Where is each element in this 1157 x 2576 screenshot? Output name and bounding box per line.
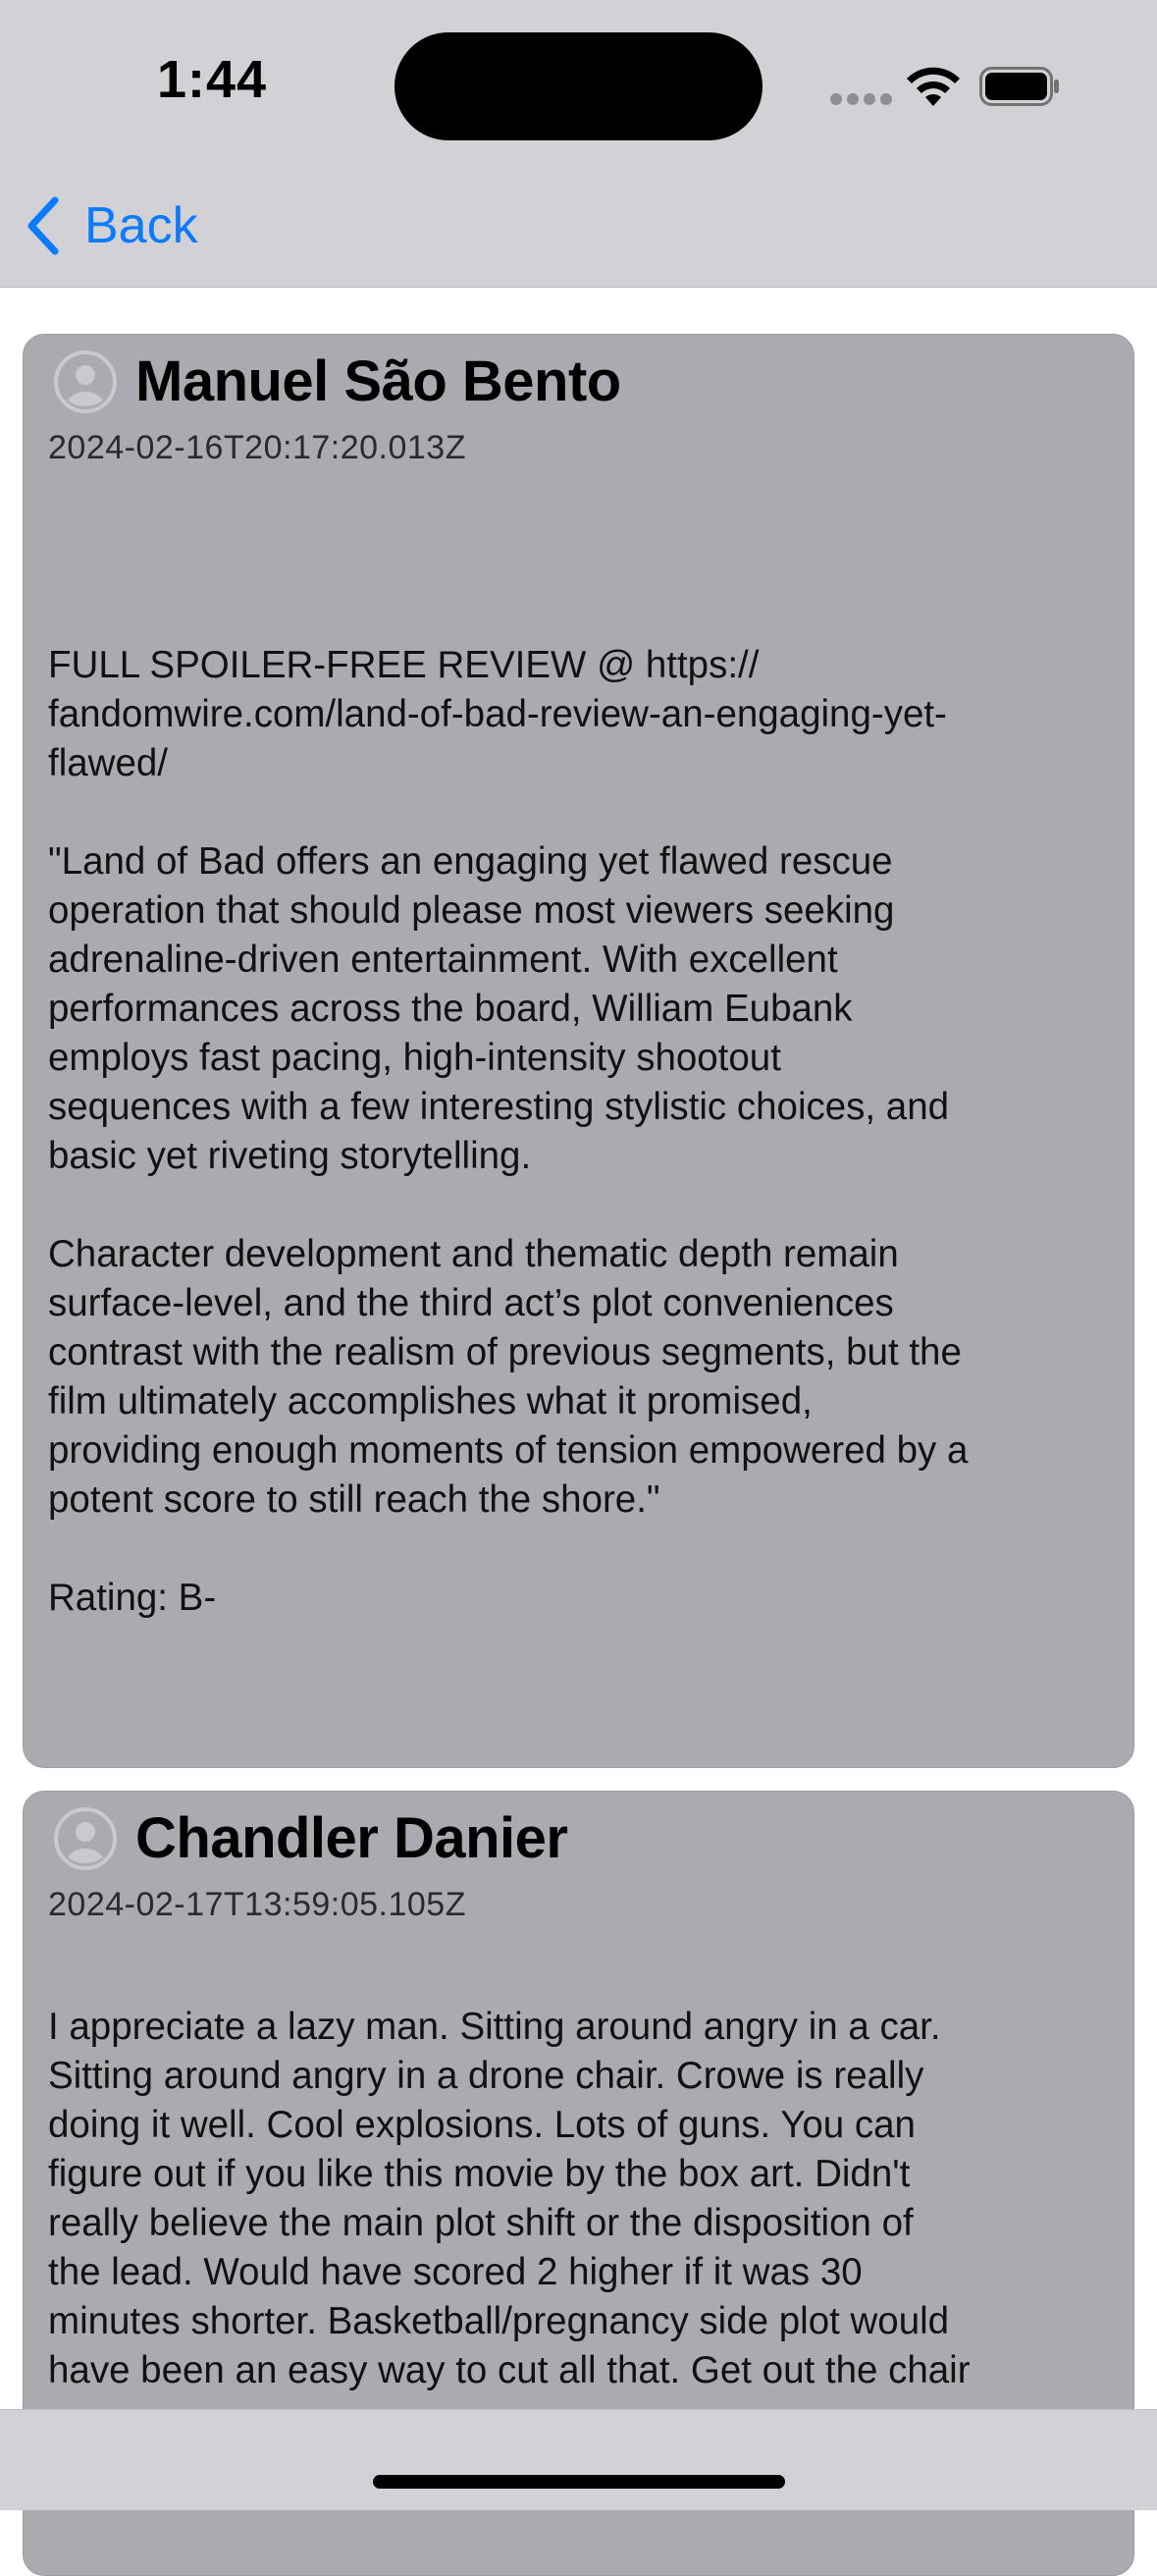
cellular-signal-icon <box>830 93 892 105</box>
status-time: 1:44 <box>157 50 268 109</box>
wifi-icon <box>907 67 960 106</box>
back-button-label: Back <box>84 197 198 254</box>
bottom-bar <box>0 2409 1157 2510</box>
review-author: Chandler Danier <box>135 1806 568 1870</box>
avatar-placeholder-icon <box>54 1806 117 1870</box>
avatar-placeholder-icon <box>54 349 117 413</box>
review-author: Manuel São Bento <box>135 349 621 413</box>
review-content: FULL SPOILER-FREE REVIEW @ https:// fand… <box>48 644 969 1619</box>
review-timestamp: 2024-02-16T20:17:20.013Z <box>48 429 466 466</box>
back-button[interactable]: Back <box>24 188 198 263</box>
battery-icon <box>979 67 1059 106</box>
review-header: Manuel São Bento <box>53 349 621 414</box>
review-header: Chandler Danier <box>53 1805 568 1871</box>
review-content: I appreciate a lazy man. Sitting around … <box>48 2006 971 2391</box>
review-timestamp: 2024-02-17T13:59:05.105Z <box>48 1886 466 1923</box>
navigation-bar: 1:44 Back <box>0 0 1157 288</box>
chevron-left-icon <box>27 196 59 255</box>
dynamic-island <box>394 32 763 140</box>
home-indicator[interactable] <box>373 2475 785 2489</box>
review-card: Manuel São Bento 2024-02-16T20:17:20.013… <box>23 334 1134 1768</box>
